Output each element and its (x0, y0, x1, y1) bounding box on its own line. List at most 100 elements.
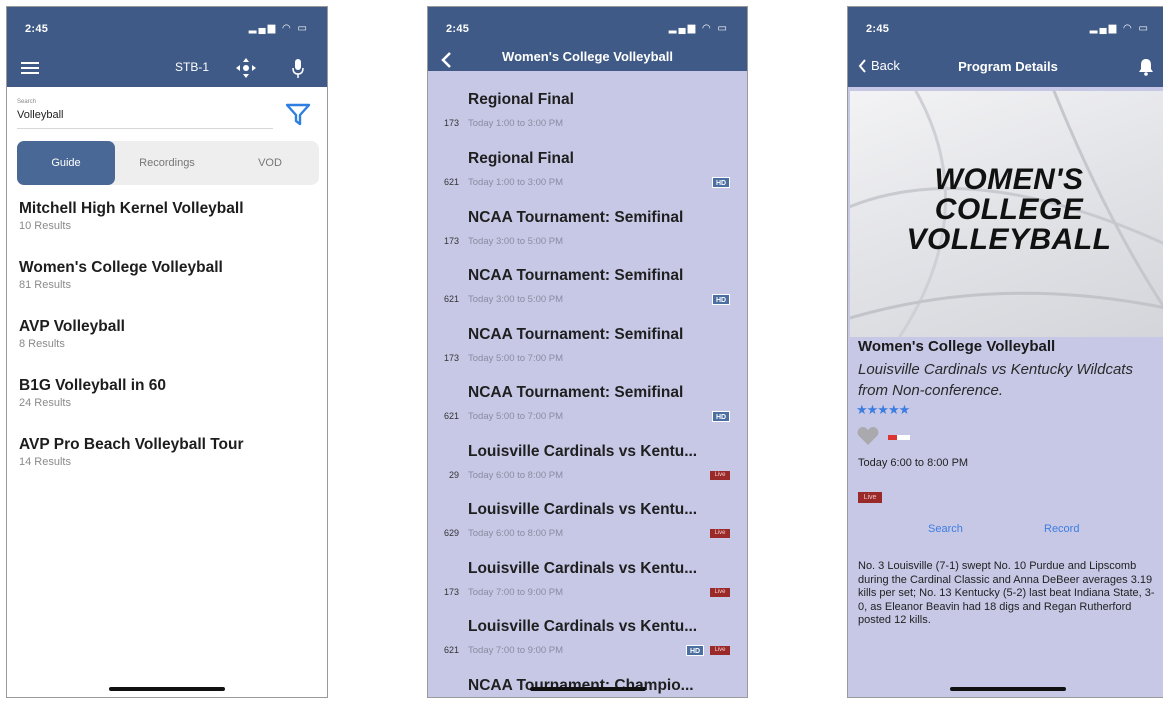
filter-icon[interactable] (285, 103, 311, 127)
program-title: NCAA Tournament: Semifinal (468, 267, 684, 284)
result-count: 24 Results (19, 397, 71, 409)
hd-badge: HD (712, 294, 730, 305)
record-action[interactable]: Record (1044, 523, 1079, 535)
program-time: Today 1:00 to 3:00 PM (468, 177, 564, 188)
status-time: 2:45 (866, 23, 890, 35)
program-time: Today 1:00 to 3:00 PM (468, 118, 564, 129)
rating-stars: ★★★★★ (856, 402, 910, 417)
program-time: Today 7:00 to 9:00 PM (468, 586, 564, 598)
home-indicator[interactable] (950, 687, 1066, 691)
result-item[interactable]: B1G Volleyball in 60 24 Results (19, 377, 317, 436)
program-row[interactable]: 173 NCAA Tournament: Semifinal Today 5:00 … (428, 319, 747, 378)
status-bar: 2:45 ▂▄▆ ◠ ▭ (848, 21, 1163, 41)
program-title: Louisville Cardinals vs Kentu... (468, 559, 698, 577)
status-icons: ▂▄▆ ◠ ▭ (668, 23, 729, 34)
source-tabs: Guide Recordings VOD (17, 141, 319, 185)
hd-badge: HD (686, 645, 704, 656)
menu-icon[interactable] (21, 59, 39, 77)
live-badge: Live (710, 587, 730, 597)
program-row[interactable]: 621 NCAA Tournament: Semifinal Today 5:00 … (428, 377, 747, 436)
result-count: 81 Results (19, 279, 71, 291)
program-row[interactable]: 621 Regional Final Today 1:00 to 3:00 PM HD (428, 143, 747, 202)
network-logo (888, 435, 910, 440)
channel-number: 173 (443, 118, 459, 128)
program-title: Louisville Cardinals vs Kentu... (468, 501, 698, 518)
result-count: 14 Results (19, 456, 71, 468)
program-title: NCAA Tournament: Champio... (468, 676, 694, 694)
result-count: 8 Results (19, 338, 65, 350)
home-indicator[interactable] (529, 687, 646, 691)
program-row[interactable]: 621 Louisville Cardinals vs Kentu... Today… (428, 611, 747, 670)
program-row[interactable]: 629 Louisville Cardinals vs Kentu... Today… (428, 494, 747, 553)
status-time: 2:45 (446, 23, 470, 35)
program-row[interactable]: 173 Regional Final Today 1:00 to 3:00 PM (428, 91, 747, 143)
result-title: AVP Volleyball (19, 318, 125, 335)
result-count: 10 Results (19, 220, 71, 232)
stb-selector[interactable]: STB-1 (175, 60, 209, 74)
tab-recordings[interactable]: Recordings (117, 141, 217, 185)
status-time: 2:45 (25, 23, 49, 35)
status-bar: 2:45 ▂▄▆ ◠ ▭ (7, 21, 327, 41)
tab-guide[interactable]: Guide (17, 141, 115, 185)
result-item[interactable]: AVP Pro Beach Volleyball Tour 14 Results (19, 436, 317, 495)
hd-badge: HD (712, 411, 730, 422)
program-subtitle: Louisville Cardinals vs Kentucky Wildcat… (858, 361, 1133, 399)
program-time: Today 3:00 to 5:00 PM (468, 294, 564, 305)
heart-icon[interactable] (856, 425, 880, 447)
program-title: NCAA Tournament: Semifinal (468, 208, 684, 226)
live-badge: Live (710, 470, 730, 480)
microphone-icon[interactable] (292, 58, 304, 80)
program-time: Today 6:00 to 8:00 PM (468, 469, 564, 481)
program-title: Louisville Cardinals vs Kentu... (468, 618, 698, 635)
program-time: Today 7:00 to 9:00 PM (468, 645, 564, 656)
channel-number: 621 (443, 294, 459, 304)
channel-number: 621 (443, 411, 459, 421)
details-screen: 2:45 ▂▄▆ ◠ ▭ Back Program Details WOMEN'… (847, 6, 1163, 698)
status-icons: ▂▄▆ ◠ ▭ (248, 23, 309, 34)
listing-screen: 2:45 ▂▄▆ ◠ ▭ Women's College Volleyball … (427, 6, 748, 698)
result-title: Mitchell High Kernel Volleyball (19, 200, 244, 217)
hd-badge: HD (712, 177, 730, 188)
top-bar: 2:45 ▂▄▆ ◠ ▭ Women's College Volleyball (428, 7, 747, 71)
top-bar: 2:45 ▂▄▆ ◠ ▭ STB-1 (7, 7, 327, 87)
program-row[interactable]: 173 NCAA Tournament: Semifinal Today 3:00 … (428, 202, 747, 261)
result-title: Women's College Volleyball (19, 259, 223, 276)
program-title: Regional Final (468, 150, 574, 167)
search-input[interactable] (17, 109, 273, 121)
program-row[interactable]: NCAA Tournament: Champio... (428, 670, 747, 698)
result-title: AVP Pro Beach Volleyball Tour (19, 436, 244, 453)
program-time: Today 6:00 to 8:00 PM (468, 528, 564, 539)
program-title: Regional Final (468, 91, 574, 108)
search-field[interactable]: Search (17, 99, 273, 129)
program-title: NCAA Tournament: Semifinal (468, 384, 684, 401)
search-label: Search (17, 99, 37, 105)
artwork-title: WOMEN'S COLLEGE VOLLEYBALL (906, 163, 1112, 256)
channel-number: 173 (443, 352, 459, 363)
program-row[interactable]: 621 NCAA Tournament: Semifinal Today 3:00 … (428, 260, 747, 319)
result-item[interactable]: AVP Volleyball 8 Results (19, 318, 317, 377)
program-time: Today 5:00 to 7:00 PM (468, 411, 564, 422)
program-list: 173 Regional Final Today 1:00 to 3:00 PM 62… (428, 91, 747, 698)
results-list: Mitchell High Kernel Volleyball 10 Resul… (19, 200, 317, 495)
program-title: Louisville Cardinals vs Kentu... (468, 442, 698, 460)
search-action[interactable]: Search (928, 523, 963, 535)
result-item[interactable]: Mitchell High Kernel Volleyball 10 Resul… (19, 200, 317, 259)
program-row[interactable]: 173 Louisville Cardinals vs Kentu... Today… (428, 553, 747, 612)
remote-dpad-icon[interactable] (235, 57, 257, 79)
airing-time: Today 6:00 to 8:00 PM (858, 457, 969, 469)
result-item[interactable]: Women's College Volleyball 81 Results (19, 259, 317, 318)
home-indicator[interactable] (109, 687, 225, 691)
page-title: Women's College Volleyball (502, 49, 673, 64)
search-screen: 2:45 ▂▄▆ ◠ ▭ STB-1 Search Guid (6, 6, 328, 698)
program-description: No. 3 Louisville (7-1) swept No. 10 Purd… (858, 560, 1155, 626)
tab-vod[interactable]: VOD (221, 141, 319, 185)
live-badge: Live (710, 646, 730, 655)
program-row[interactable]: 29 Louisville Cardinals vs Kentu... Today … (428, 436, 747, 495)
channel-number: 173 (443, 586, 459, 597)
result-title: B1G Volleyball in 60 (19, 377, 167, 394)
program-artwork: WOMEN'S COLLEGE VOLLEYBALL (850, 91, 1163, 337)
live-badge: Live (858, 492, 882, 503)
top-bar: 2:45 ▂▄▆ ◠ ▭ Back Program Details (848, 7, 1163, 87)
channel-number: 29 (448, 469, 459, 480)
bell-icon[interactable] (1138, 58, 1154, 76)
